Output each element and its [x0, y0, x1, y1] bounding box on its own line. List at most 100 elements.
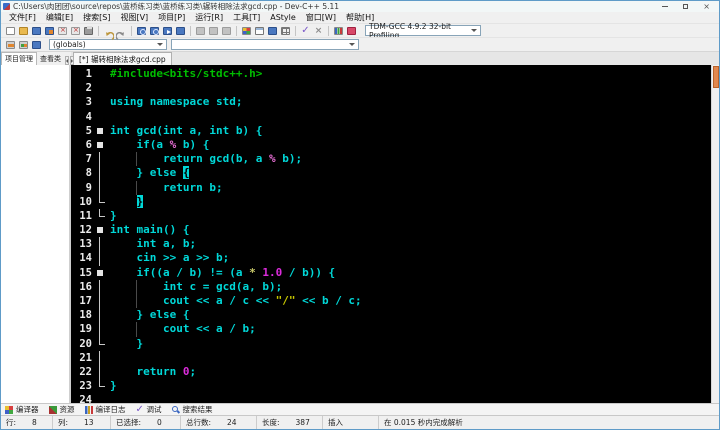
- run-button[interactable]: [161, 25, 174, 37]
- fold-marker-icon[interactable]: [95, 124, 106, 138]
- menu-item-5[interactable]: 项目[P]: [153, 12, 190, 23]
- close-file-button[interactable]: [56, 25, 69, 37]
- toolbar-separator: [295, 25, 296, 36]
- remove-format-button[interactable]: ×: [312, 25, 325, 37]
- compile-all-button[interactable]: [148, 25, 161, 37]
- open-file-button[interactable]: [17, 25, 30, 37]
- profile-button[interactable]: [207, 25, 220, 37]
- close-all-button[interactable]: [69, 25, 82, 37]
- code-line[interactable]: 16 int c = gcd(a, b);: [71, 279, 711, 295]
- report-tab-调试[interactable]: ✓ 调试: [136, 404, 162, 415]
- code-line[interactable]: 24: [71, 393, 711, 403]
- fold-marker-icon[interactable]: [95, 223, 106, 237]
- toggle-project-panel-button[interactable]: [4, 39, 17, 51]
- code-line[interactable]: 13 int a, b;: [71, 237, 711, 252]
- undo-icon: [103, 26, 115, 41]
- save-icon: [32, 26, 41, 35]
- devcpp-window: C:\Users\肉团团\source\repos\蓝桥练习类\蓝桥练习类\辗转…: [0, 0, 720, 430]
- scrollbar-thumb[interactable]: [712, 66, 719, 88]
- report-window-button[interactable]: [253, 25, 266, 37]
- print-button[interactable]: [82, 25, 95, 37]
- maximize-icon[interactable]: [683, 4, 689, 9]
- code-line[interactable]: 12 int main() {: [71, 223, 711, 237]
- code-line[interactable]: 11}: [71, 208, 711, 223]
- report-tab-搜索结果[interactable]: 搜索结果: [171, 404, 213, 415]
- compiler-select[interactable]: TDM-GCC 4.9.2 32-bit Profiling: [365, 22, 481, 40]
- browser-window-button[interactable]: [266, 25, 279, 37]
- undo-button[interactable]: [102, 25, 115, 41]
- code-text: }: [136, 194, 144, 208]
- redo-button[interactable]: [115, 25, 128, 41]
- format-code-button[interactable]: ✓: [299, 25, 312, 37]
- menu-item-2[interactable]: 编辑[E]: [41, 12, 78, 23]
- fold-marker-icon[interactable]: [95, 266, 106, 280]
- float-panels-button[interactable]: [17, 39, 30, 51]
- code-line[interactable]: 10 }: [71, 194, 711, 209]
- fold-marker-icon[interactable]: [95, 138, 106, 152]
- compile-run-button[interactable]: [174, 25, 187, 37]
- code-line[interactable]: 21: [71, 350, 711, 366]
- menu-item-3[interactable]: 搜索[S]: [78, 12, 115, 23]
- report-tab-编译日志[interactable]: 编译日志: [84, 404, 126, 415]
- status-segment: 已选择: 0: [111, 416, 181, 429]
- members-select[interactable]: [171, 39, 359, 50]
- save-button[interactable]: [30, 25, 43, 37]
- tab-project-manager[interactable]: 项目管理: [1, 52, 37, 65]
- save-as-button[interactable]: [43, 25, 56, 37]
- close-icon[interactable]: ×: [703, 3, 710, 11]
- menu-item-7[interactable]: 工具[T]: [228, 12, 265, 23]
- donate-button[interactable]: [345, 25, 358, 37]
- code-line[interactable]: 1 #include<bits/stdc++.h>: [71, 67, 711, 81]
- code-line[interactable]: 2: [71, 81, 711, 95]
- code-line[interactable]: 15 if((a / b) != (a * 1.0 / b)) {: [71, 266, 711, 280]
- code-line[interactable]: 7 return gcd(b, a % b);: [71, 152, 711, 167]
- package-manager-button[interactable]: [332, 25, 345, 37]
- code-editor[interactable]: 1 #include<bits/stdc++.h> 2 3 using namespac…: [71, 65, 711, 403]
- report-tab-资源[interactable]: 资源: [48, 404, 75, 415]
- project-panel[interactable]: [1, 65, 71, 403]
- fold-margin: [95, 208, 106, 223]
- code-line[interactable]: 3 using namespace std;: [71, 95, 711, 109]
- status-bar: 行: 8 列: 13 已选择: 0 总行数: 24 长度: 387 插入在 0.015 秒内完成解析: [1, 415, 719, 429]
- project-manager-button[interactable]: [240, 25, 253, 37]
- panel-tabs-scroll-left-icon[interactable]: [65, 56, 69, 65]
- code-line[interactable]: 22 return 0;: [71, 364, 711, 380]
- code-line[interactable]: 9 return b;: [71, 180, 711, 195]
- menu-item-6[interactable]: 运行[R]: [190, 12, 228, 23]
- code-line[interactable]: 23}: [71, 379, 711, 393]
- toggle-report-panel-button[interactable]: [30, 39, 43, 51]
- code-line[interactable]: 17 cout << a / c << "/" << b / c;: [71, 294, 711, 309]
- code-line[interactable]: 14 cin >> a >> b;: [71, 251, 711, 266]
- layout-grid-button[interactable]: [279, 25, 292, 37]
- file-tab[interactable]: [*] 辗转相除法求gcd.cpp: [73, 52, 172, 65]
- menu-item-1[interactable]: 文件[F]: [4, 12, 41, 23]
- menu-item-8[interactable]: AStyle: [265, 13, 301, 22]
- format-code-icon: ✓: [301, 24, 310, 36]
- compile-button[interactable]: [135, 25, 148, 37]
- minimize-icon[interactable]: [662, 6, 669, 7]
- menu-item-9[interactable]: 窗口[W]: [301, 12, 341, 23]
- fold-margin: [95, 67, 106, 81]
- code-line[interactable]: 5 int gcd(int a, int b) {: [71, 124, 711, 138]
- chevron-down-icon: [157, 43, 163, 49]
- line-number: 6: [85, 138, 92, 151]
- code-line[interactable]: 4: [71, 110, 711, 124]
- line-number: 13: [79, 238, 92, 251]
- code-line[interactable]: 19 cout << a / b;: [71, 322, 711, 337]
- globals-select-value: (globals): [53, 40, 86, 49]
- code-line[interactable]: 6 if(a % b) {: [71, 138, 711, 152]
- tab-class-view[interactable]: 查看类: [37, 53, 64, 65]
- code-line[interactable]: 20 }: [71, 336, 711, 351]
- editor-vertical-scrollbar[interactable]: [711, 65, 719, 403]
- code-line[interactable]: 8 } else {: [71, 166, 711, 181]
- report-tab-编译器[interactable]: 编译器: [5, 404, 39, 415]
- code-text: cout << a / c << "/" << b / c;: [110, 294, 362, 309]
- line-number: 8: [85, 167, 92, 180]
- debug-button[interactable]: [194, 25, 207, 37]
- code-line[interactable]: 18 } else {: [71, 308, 711, 323]
- run-icon: [163, 26, 172, 35]
- menu-item-4[interactable]: 视图[V]: [115, 12, 153, 23]
- stop-execution-button[interactable]: [220, 25, 233, 37]
- new-file-button[interactable]: [4, 25, 17, 37]
- tab-row: 项目管理 查看类 [*] 辗转相除法求gcd.cpp: [1, 51, 719, 65]
